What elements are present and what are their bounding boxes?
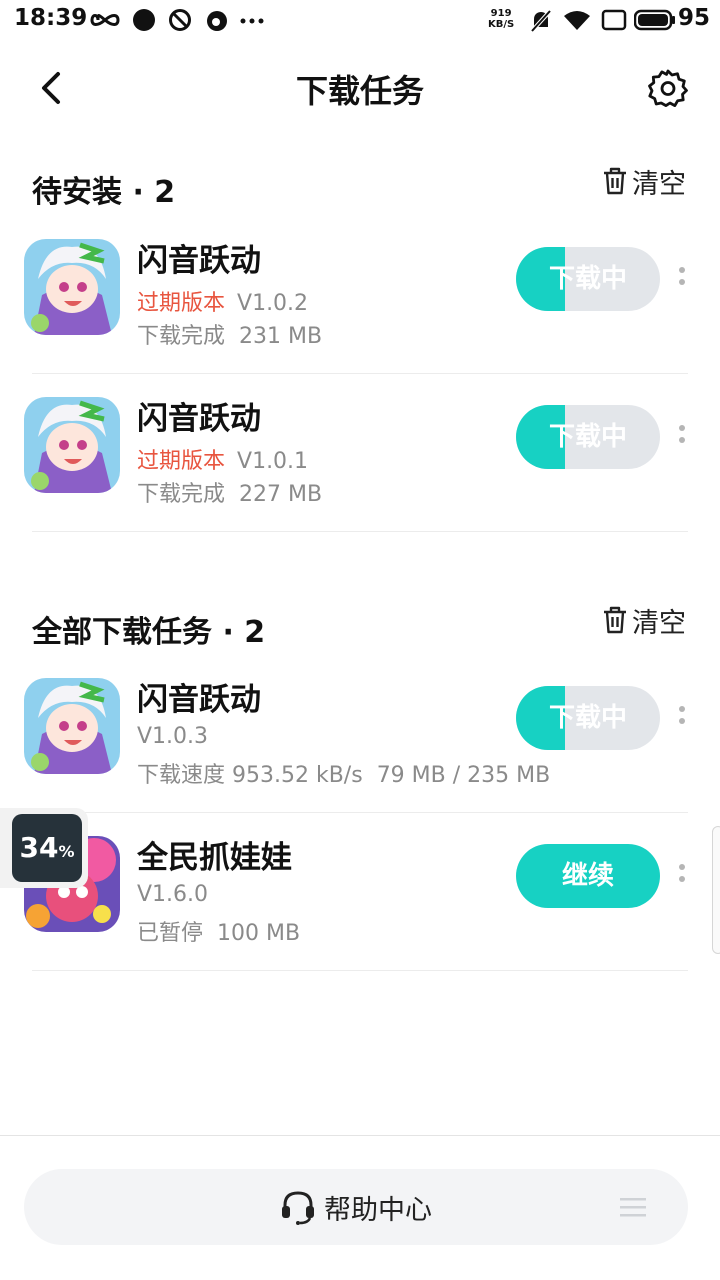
list-item[interactable]: 闪音跃动 V1.0.3 下载速度 953.52 kB/s 79 MB / 235 …: [0, 666, 720, 816]
divider: [32, 812, 688, 813]
button-label: 下载中: [548, 422, 627, 452]
speed-value: 919: [490, 8, 512, 19]
speed-unit: KB/S: [488, 19, 515, 30]
network-speed: 919 KB/S: [488, 8, 514, 30]
list-item[interactable]: 闪音跃动 过期版本 V1.0.1 下载完成 227 MB 下载中: [0, 385, 720, 535]
download-status: 下载完成: [137, 482, 226, 507]
help-center-label: 帮助中心: [324, 1194, 432, 1226]
clear-label: 清空: [632, 168, 686, 200]
wifi-icon: [564, 11, 590, 30]
app-version: V1.6.0: [137, 882, 209, 907]
section-title-all: 全部下载任务 · 2: [32, 615, 266, 650]
bottom-divider: [0, 1135, 720, 1136]
more-dots-icon: [240, 18, 264, 24]
version-line: 过期版本 V1.0.1: [137, 443, 308, 475]
download-status: 已暂停: [137, 921, 204, 946]
battery-level: 95: [678, 5, 711, 31]
file-size: 227 MB: [239, 482, 323, 507]
button-label: 下载中: [548, 703, 627, 733]
expired-tag: 过期版本: [137, 291, 226, 316]
downloading-button[interactable]: 下载中: [516, 405, 660, 469]
more-vertical-icon[interactable]: [676, 858, 688, 894]
clear-label: 清空: [632, 607, 686, 639]
progress-number: 34: [19, 831, 59, 864]
app-name: 闪音跃动: [137, 243, 261, 279]
divider: [32, 531, 688, 532]
headset-icon: [282, 1191, 314, 1225]
trash-icon: [604, 606, 626, 634]
downloading-button[interactable]: 下载中: [516, 247, 660, 311]
divider: [32, 970, 688, 971]
menu-icon[interactable]: [620, 1197, 646, 1217]
gear-icon[interactable]: [648, 68, 688, 108]
progress-line: 下载速度 953.52 kB/s 79 MB / 235 MB: [137, 757, 550, 789]
more-vertical-icon[interactable]: [676, 261, 688, 297]
screen-icon: [601, 9, 627, 31]
file-size: 231 MB: [239, 324, 323, 349]
more-vertical-icon[interactable]: [676, 700, 688, 736]
status-bar: 18:39 919 KB/S 95: [0, 0, 720, 40]
version-line: 过期版本 V1.0.2: [137, 285, 308, 317]
download-speed: 下载速度 953.52 kB/s: [137, 763, 363, 788]
floating-progress-badge[interactable]: 34%: [0, 808, 88, 888]
clear-all-button[interactable]: 清空: [602, 600, 686, 640]
trash-icon: [604, 167, 626, 195]
button-label: 下载中: [548, 264, 627, 294]
app-name: 闪音跃动: [137, 682, 261, 718]
download-progress-text: 79 MB / 235 MB: [376, 763, 551, 788]
file-size: 100 MB: [217, 921, 301, 946]
battery-icon: [634, 9, 675, 31]
expired-tag: 过期版本: [137, 449, 226, 474]
no-disturb-icon: [169, 9, 191, 31]
list-item[interactable]: 全民抓娃娃 V1.6.0 已暂停 100 MB 继续: [0, 824, 720, 974]
page-title: 下载任务: [295, 72, 424, 110]
app-icon: [24, 678, 120, 774]
list-item[interactable]: 闪音跃动 过期版本 V1.0.2 下载完成 231 MB 下载中: [0, 227, 720, 377]
mute-icon: [530, 9, 552, 33]
more-vertical-icon[interactable]: [676, 419, 688, 455]
progress-unit: %: [58, 842, 75, 861]
help-center-button[interactable]: 帮助中心: [24, 1169, 688, 1245]
clear-pending-button[interactable]: 清空: [602, 161, 686, 201]
download-status: 下载完成: [137, 324, 226, 349]
status-line: 下载完成 231 MB: [137, 318, 322, 350]
status-time: 18:39: [14, 5, 88, 31]
help-center-bar[interactable]: 帮助中心: [24, 1169, 688, 1245]
button-label: 继续: [561, 861, 614, 891]
app-name: 全民抓娃娃: [137, 840, 292, 876]
infinity-icon: [90, 14, 120, 26]
weibo-icon: [207, 11, 227, 31]
app-name: 闪音跃动: [137, 401, 261, 437]
status-line: 已暂停 100 MB: [137, 915, 300, 947]
app-icon: [24, 239, 120, 335]
downloading-button[interactable]: 下载中: [516, 686, 660, 750]
top-app-bar: 下载任务: [0, 48, 720, 128]
app-version: V1.0.3: [137, 724, 209, 749]
app-version: V1.0.2: [237, 291, 309, 316]
continue-button[interactable]: 继续: [516, 844, 660, 908]
divider: [32, 373, 688, 374]
edge-handle[interactable]: [712, 826, 720, 954]
section-title-pending: 待安装 · 2: [32, 175, 176, 210]
circle-icon: [133, 9, 155, 31]
status-line: 下载完成 227 MB: [137, 476, 322, 508]
app-icon: [24, 397, 120, 493]
app-version: V1.0.1: [237, 449, 309, 474]
floating-progress-value: 34%: [12, 814, 82, 882]
